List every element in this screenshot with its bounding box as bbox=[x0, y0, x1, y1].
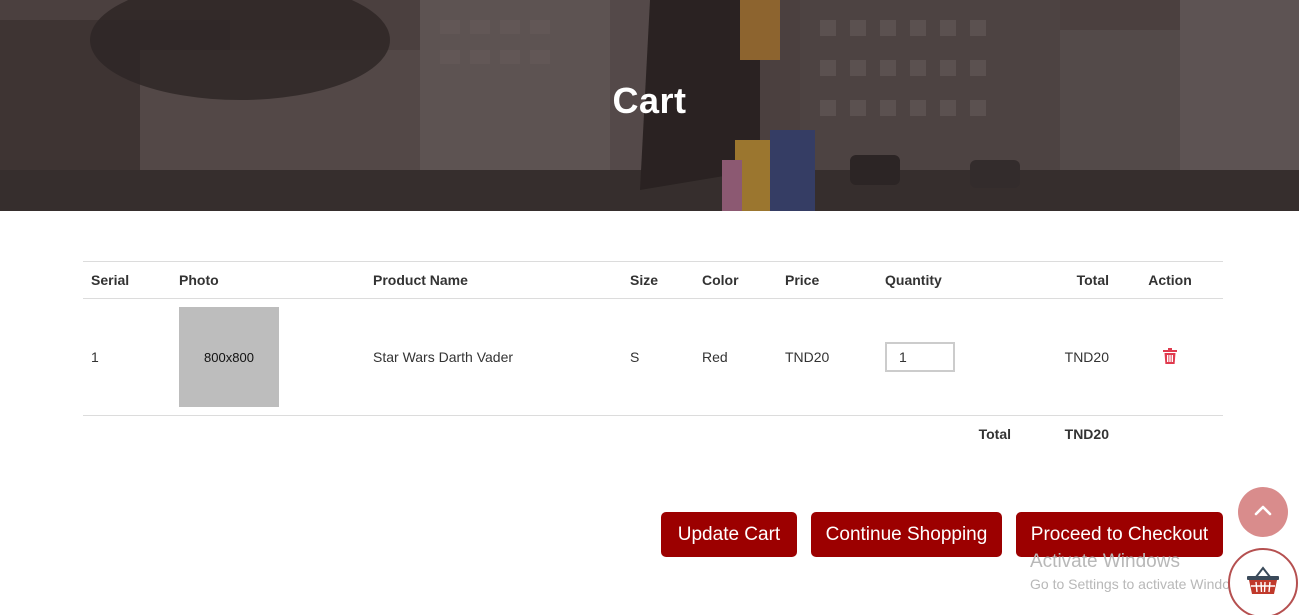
continue-shopping-button[interactable]: Continue Shopping bbox=[811, 512, 1002, 557]
cell-serial: 1 bbox=[83, 298, 171, 416]
windows-activation-subtitle: Go to Settings to activate Windows. bbox=[1030, 576, 1251, 592]
product-photo-placeholder[interactable]: 800x800 bbox=[179, 307, 279, 407]
summary-total-value: TND20 bbox=[1064, 425, 1109, 442]
header-quantity: Quantity bbox=[877, 261, 1019, 299]
header-color: Color bbox=[694, 261, 777, 299]
shopping-basket-icon bbox=[1246, 565, 1280, 601]
table-total-row: Total TND20 bbox=[83, 416, 1223, 452]
header-action: Action bbox=[1117, 261, 1223, 299]
header-serial: Serial bbox=[83, 261, 171, 299]
cell-color: Red bbox=[694, 298, 777, 416]
page-banner: Cart bbox=[0, 0, 1299, 211]
cart-table: Serial Photo Product Name Size Color Pri… bbox=[83, 261, 1223, 452]
cell-product-name: Star Wars Darth Vader bbox=[365, 298, 622, 416]
windows-activation-title: Activate Windows bbox=[1030, 551, 1180, 572]
summary-total-label: Total bbox=[978, 425, 1011, 442]
cell-photo: 800x800 bbox=[171, 298, 365, 416]
header-photo: Photo bbox=[171, 261, 365, 299]
update-cart-button[interactable]: Update Cart bbox=[661, 512, 797, 557]
header-product-name: Product Name bbox=[365, 261, 622, 299]
trash-icon[interactable] bbox=[1163, 347, 1177, 367]
cell-total: TND20 bbox=[1019, 298, 1117, 416]
cell-price: TND20 bbox=[777, 298, 877, 416]
header-price: Price bbox=[777, 261, 877, 299]
table-row: 1 800x800 Star Wars Darth Vader S Red TN… bbox=[83, 298, 1223, 416]
cell-size: S bbox=[622, 298, 694, 416]
header-size: Size bbox=[622, 261, 694, 299]
scroll-to-top-button[interactable] bbox=[1238, 487, 1288, 537]
quantity-input[interactable] bbox=[885, 342, 955, 372]
cell-action bbox=[1117, 298, 1223, 416]
cell-quantity bbox=[877, 298, 1019, 416]
table-header-row: Serial Photo Product Name Size Color Pri… bbox=[83, 261, 1223, 299]
page-title: Cart bbox=[612, 80, 687, 121]
chevron-up-icon bbox=[1254, 503, 1272, 521]
header-total: Total bbox=[1019, 261, 1117, 299]
floating-cart-button[interactable] bbox=[1228, 548, 1298, 615]
